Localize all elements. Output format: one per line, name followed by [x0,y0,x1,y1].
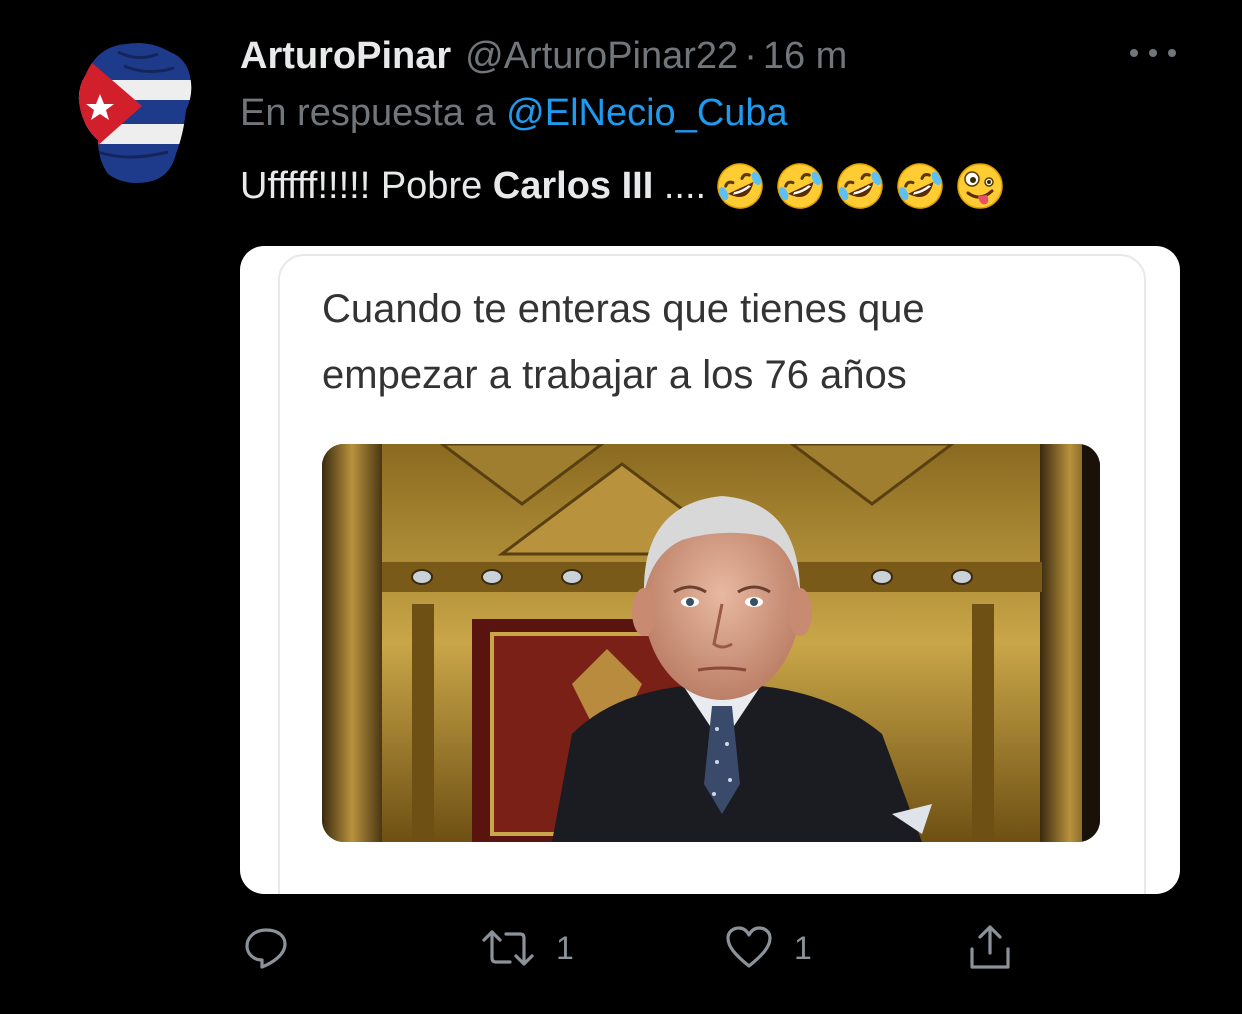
cuban-flag-fist-icon [78,43,192,183]
retweet-count: 1 [556,929,574,966]
reply-icon [245,928,287,969]
more-dot [1149,49,1157,57]
user-handle[interactable]: @ArturoPinar22 [465,35,738,78]
tweet-header: ArturoPinar @ArturoPinar22 · 16 m [240,30,847,82]
rofl-emoji-icon [717,163,763,209]
timestamp[interactable]: 16 m [763,35,847,78]
zany-face-emoji-icon [957,163,1003,209]
reply-context: En respuesta a @ElNecio_Cuba [240,92,788,135]
emoji-group [714,160,1006,212]
like-button[interactable]: 1 [724,920,812,976]
heart-icon [726,926,772,968]
reply-to-link[interactable]: @ElNecio_Cuba [506,92,788,134]
rofl-emoji-icon [837,163,883,209]
tweet-text-start: Ufffff!!!!! Pobre [240,164,483,207]
tweet-text-end: .... [663,164,707,207]
more-dot [1168,49,1176,57]
separator-dot: · [744,34,757,77]
share-icon [970,925,1010,969]
retweet-icon [482,930,534,966]
tweet-media-card[interactable]: Cuando te enteras que tienes que empezar… [240,246,1180,894]
meme-caption: Cuando te enteras que tienes que empezar… [322,287,925,397]
rofl-emoji-icon [777,163,823,209]
share-button[interactable] [966,920,1014,976]
more-dot [1130,49,1138,57]
avatar[interactable] [58,32,216,190]
like-count: 1 [794,929,812,966]
more-options-icon[interactable] [1130,38,1176,68]
reply-prefix: En respuesta a [240,92,496,134]
tweet-actions: 1 1 [0,920,1242,980]
meme-photo[interactable] [322,444,1100,842]
retweet-button[interactable]: 1 [480,920,574,976]
tweet-text-bold: Carlos III [492,164,654,207]
display-name[interactable]: ArturoPinar [240,35,451,78]
king-on-throne-image [322,444,1100,842]
reply-button[interactable] [242,920,310,976]
rofl-emoji-icon [897,163,943,209]
tweet-text: Ufffff!!!!! Pobre Carlos III .... [240,160,1006,212]
